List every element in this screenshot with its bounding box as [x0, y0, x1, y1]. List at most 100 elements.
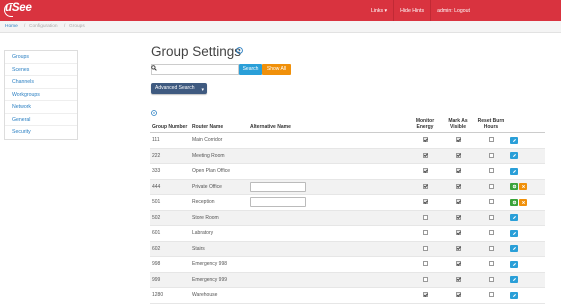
mark-visible-checkbox[interactable] — [455, 199, 461, 205]
cancel-button[interactable] — [519, 183, 527, 191]
column-header-mark-as-visible[interactable]: Mark As Visible — [442, 117, 474, 133]
sidebar-item-network[interactable]: Network — [5, 101, 77, 114]
cancel-button[interactable] — [519, 198, 527, 206]
actions-cell — [508, 241, 545, 257]
reset-burn-hours-checkbox[interactable] — [488, 137, 494, 143]
group-number-cell: 602 — [150, 241, 190, 257]
reset-burn-hours-checkbox[interactable] — [488, 214, 494, 220]
sidebar-item-security[interactable]: Security — [5, 126, 77, 139]
mark-visible-cell — [442, 287, 474, 304]
pencil-icon — [512, 169, 516, 173]
edit-button[interactable] — [510, 167, 518, 175]
column-header-reset-burn-hours[interactable]: Reset Burn Hours — [474, 117, 508, 133]
search-input[interactable] — [151, 64, 239, 75]
mark-visible-checkbox[interactable] — [455, 168, 461, 174]
show-all-button[interactable]: Show All — [262, 64, 291, 75]
monitor-energy-checkbox[interactable] — [422, 168, 428, 174]
column-header-alternative-name[interactable]: Alternative Name — [248, 117, 408, 133]
reset-burn-hours-checkbox[interactable] — [488, 261, 494, 267]
reset-burn-hours-cell — [474, 148, 508, 164]
reset-burn-hours-checkbox[interactable] — [488, 245, 494, 251]
breadcrumb-home[interactable]: Home — [5, 24, 18, 29]
sidebar-item-scenes[interactable]: Scenes — [5, 64, 77, 76]
monitor-energy-checkbox[interactable] — [422, 183, 428, 189]
monitor-energy-checkbox[interactable] — [422, 230, 428, 236]
mark-visible-cell — [442, 194, 474, 211]
sidebar-item-groups[interactable]: Groups — [5, 51, 77, 64]
reset-burn-hours-checkbox[interactable] — [488, 183, 494, 189]
table-row: 999 Emergency 999 — [150, 272, 545, 288]
mark-visible-checkbox[interactable] — [455, 137, 461, 143]
save-button[interactable] — [510, 183, 518, 191]
mark-visible-checkbox[interactable] — [455, 276, 461, 282]
monitor-energy-checkbox[interactable] — [422, 292, 428, 298]
reset-burn-hours-checkbox[interactable] — [488, 276, 494, 282]
pencil-icon — [512, 278, 516, 282]
page-title: Group Settings — [151, 44, 242, 59]
mark-visible-cell — [442, 132, 474, 149]
table-header-row: Group Number Router Name Alternative Nam… — [150, 117, 545, 133]
monitor-energy-checkbox[interactable] — [422, 261, 428, 267]
breadcrumb-configuration[interactable]: Configuration — [29, 24, 58, 29]
mark-visible-checkbox[interactable] — [455, 261, 461, 267]
save-button[interactable] — [510, 198, 518, 206]
reset-burn-hours-checkbox[interactable] — [488, 168, 494, 174]
pencil-icon — [512, 231, 516, 235]
edit-button[interactable] — [510, 136, 518, 144]
edit-button[interactable] — [510, 229, 518, 237]
monitor-energy-checkbox[interactable] — [422, 137, 428, 143]
question-circle-icon[interactable] — [236, 47, 243, 54]
edit-button[interactable] — [510, 214, 518, 222]
edit-button[interactable] — [510, 276, 518, 284]
mark-visible-checkbox[interactable] — [455, 230, 461, 236]
reset-burn-hours-checkbox[interactable] — [488, 230, 494, 236]
monitor-energy-checkbox[interactable] — [422, 276, 428, 282]
advanced-search-button[interactable]: Advanced Search ▾ — [151, 83, 207, 94]
group-number-cell: 601 — [150, 225, 190, 242]
edit-button[interactable] — [510, 291, 518, 299]
mark-visible-cell — [442, 225, 474, 242]
edit-button[interactable] — [510, 245, 518, 253]
monitor-energy-checkbox[interactable] — [422, 245, 428, 251]
actions-cell — [508, 287, 545, 304]
alternative-name-cell — [248, 148, 408, 164]
mark-visible-cell — [442, 148, 474, 164]
mark-visible-checkbox[interactable] — [455, 152, 461, 158]
logout-link[interactable]: admin: Logout — [430, 0, 476, 21]
reset-burn-hours-cell — [474, 287, 508, 304]
reset-burn-hours-cell — [474, 179, 508, 195]
reset-burn-hours-cell — [474, 194, 508, 211]
edit-button[interactable] — [510, 152, 518, 160]
reset-burn-hours-checkbox[interactable] — [488, 292, 494, 298]
app-logo[interactable]: uSee — [5, 2, 32, 14]
column-header-router-name[interactable]: Router Name — [190, 117, 248, 133]
column-header-group-number[interactable]: Group Number — [150, 117, 190, 133]
actions-cell — [508, 179, 545, 195]
monitor-energy-checkbox[interactable] — [422, 199, 428, 205]
table-row: 998 Emergency 998 — [150, 256, 545, 273]
mark-visible-checkbox[interactable] — [455, 245, 461, 251]
mark-visible-checkbox[interactable] — [455, 214, 461, 220]
edit-button[interactable] — [510, 260, 518, 268]
reset-burn-hours-checkbox[interactable] — [488, 199, 494, 205]
alternative-name-cell — [248, 287, 408, 304]
column-header-monitor-energy[interactable]: Monitor Energy — [408, 117, 442, 133]
mark-visible-checkbox[interactable] — [455, 183, 461, 189]
monitor-energy-cell — [408, 210, 442, 226]
links-menu[interactable]: Links ▾ — [365, 0, 393, 21]
sidebar-item-general[interactable]: General — [5, 114, 77, 126]
alternative-name-input[interactable] — [250, 197, 306, 208]
sidebar-item-channels[interactable]: Channels — [5, 76, 77, 89]
pencil-icon — [512, 154, 516, 158]
monitor-energy-checkbox[interactable] — [422, 214, 428, 220]
question-circle-icon[interactable] — [151, 110, 157, 116]
sidebar-item-workgroups[interactable]: Workgroups — [5, 89, 77, 101]
monitor-energy-checkbox[interactable] — [422, 152, 428, 158]
table-row: 601 Labratory — [150, 225, 545, 242]
alternative-name-input[interactable] — [250, 181, 306, 192]
reset-burn-hours-checkbox[interactable] — [488, 152, 494, 158]
hide-hints-link[interactable]: Hide Hints — [393, 0, 430, 21]
mark-visible-checkbox[interactable] — [455, 292, 461, 298]
search-button[interactable]: Search — [239, 64, 262, 75]
reset-burn-hours-cell — [474, 256, 508, 273]
